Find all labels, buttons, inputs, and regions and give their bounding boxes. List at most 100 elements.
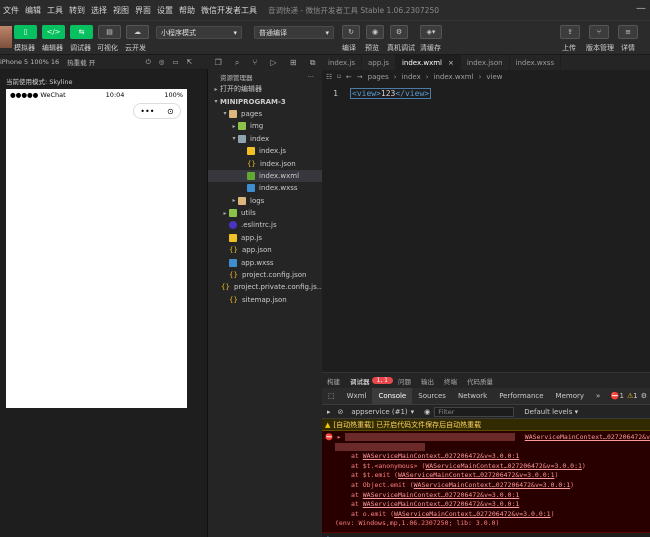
copy-icon[interactable]: ⧉	[310, 58, 316, 68]
more-tabs-button[interactable]: »	[590, 392, 606, 400]
compile-button[interactable]: ↻	[342, 25, 360, 39]
file-tree-item[interactable]: index.wxss	[208, 182, 322, 194]
editor-tab[interactable]: index.json	[461, 55, 510, 70]
eye-icon[interactable]: ◉	[424, 408, 430, 416]
tab-code-quality[interactable]: 代码质量	[462, 376, 498, 386]
tab-performance[interactable]: Performance	[493, 392, 549, 400]
file-tree-item[interactable]: {} index.json	[208, 157, 322, 169]
version-button[interactable]: ⑂	[589, 25, 609, 39]
menu-item[interactable]: 工具	[44, 5, 66, 16]
close-icon[interactable]: ×	[448, 59, 454, 67]
tab-debugger[interactable]: 调试器	[345, 376, 375, 386]
tab-build[interactable]: 构建	[322, 376, 345, 386]
close-circle-icon[interactable]: ⊙	[167, 107, 174, 116]
menu-item[interactable]: 选择	[88, 5, 110, 16]
levels-select[interactable]: Default levels ▾	[524, 408, 578, 416]
file-tree-item[interactable]: {} sitemap.json	[208, 294, 322, 306]
sidebar-toggle-icon[interactable]: ▸	[327, 408, 331, 416]
code-editor[interactable]: 1 <view>123</view>	[322, 84, 650, 371]
menu-item[interactable]: 帮助	[176, 5, 198, 16]
project-section[interactable]: ▾ MINIPROGRAM-3	[208, 95, 322, 107]
menu-item[interactable]: 编辑	[22, 5, 44, 16]
device-select[interactable]: iPhone 5 100% 16	[0, 58, 59, 66]
file-tree-item[interactable]: ▸ utils	[208, 207, 322, 219]
tab-wxml[interactable]: Wxml	[341, 392, 373, 400]
menu-item[interactable]: 微信开发者工具	[198, 5, 260, 16]
file-tree-item[interactable]: {} project.config.json	[208, 269, 322, 281]
menu-item[interactable]: 设置	[154, 5, 176, 16]
visual-toggle-button[interactable]: ▤	[98, 25, 121, 39]
mode-select[interactable]: 小程序模式 ▾	[156, 26, 242, 39]
inspect-icon[interactable]: ⬚	[322, 392, 341, 400]
cloud-button[interactable]: ☁	[126, 25, 149, 39]
menu-item[interactable]: 转到	[66, 5, 88, 16]
expand-icon[interactable]: ▸	[337, 433, 341, 441]
gear-icon[interactable]: ⚙	[641, 392, 647, 400]
breadcrumb-index[interactable]: index	[402, 73, 421, 81]
tab-memory[interactable]: Memory	[550, 392, 590, 400]
tab-network[interactable]: Network	[452, 392, 493, 400]
search-icon[interactable]: ⌕	[235, 58, 239, 68]
stack-frame-link[interactable]: WAServiceMainContext…027206472&v=3.0.0:1	[398, 471, 555, 479]
debug-icon[interactable]: ▷	[271, 58, 277, 67]
stack-frame-link[interactable]: WAServiceMainContext…027206472&v=3.0.0:1	[414, 481, 571, 489]
stack-frame-link[interactable]: WAServiceMainContext…027206472&v=3.0.0:1	[363, 491, 520, 499]
stack-frame-link[interactable]: WAServiceMainContext…027206472&v=3.0.0:1	[394, 510, 551, 518]
back-icon[interactable]: ←	[346, 73, 352, 81]
files-icon[interactable]: ❐	[215, 58, 222, 67]
preview-button[interactable]: ◉	[366, 25, 384, 39]
file-tree-item[interactable]: ▾ index	[208, 133, 322, 145]
breadcrumb-file[interactable]: index.wxml	[434, 73, 474, 81]
real-device-debug-button[interactable]: ⚙	[390, 25, 408, 39]
file-tree-item[interactable]: ▸ img	[208, 120, 322, 132]
compile-select[interactable]: 普通编译 ▾	[254, 26, 334, 39]
file-tree-item[interactable]: app.wxss	[208, 256, 322, 268]
editor-tab[interactable]: index.js	[322, 55, 362, 70]
tab-output[interactable]: 输出	[416, 376, 439, 386]
stack-frame-link[interactable]: WAServiceMainContext…027206472&v=3.0.0:1	[363, 500, 520, 508]
file-tree-item[interactable]: ▸ logs	[208, 195, 322, 207]
error-count-icon[interactable]: ⛔	[611, 392, 620, 400]
file-tree-item[interactable]: .eslintrc.js	[208, 219, 322, 231]
editor-tab[interactable]: index.wxss	[510, 55, 562, 70]
console-prompt[interactable]: ›	[322, 533, 650, 537]
forward-icon[interactable]: →	[357, 73, 363, 81]
simulator-toggle-button[interactable]: ▯	[14, 25, 37, 39]
file-tree-item[interactable]: {} app.json	[208, 244, 322, 256]
menu-item[interactable]: 视图	[110, 5, 132, 16]
stack-frame-link[interactable]: WAServiceMainContext…027206472&v=3.0.0:1	[363, 452, 520, 460]
clear-cache-button[interactable]: ◈▾	[420, 25, 442, 39]
hotreload-toggle[interactable]: 热重载 开	[67, 57, 95, 67]
file-tree-item[interactable]: index.wxml	[208, 169, 322, 183]
split-icon[interactable]: ☷	[326, 73, 332, 81]
simulator-controls[interactable]: ⏻◎▭⇱	[146, 58, 200, 67]
editor-toggle-button[interactable]: </>	[42, 25, 65, 39]
menu-item[interactable]: 界面	[132, 5, 154, 16]
filter-input[interactable]: Filter	[434, 406, 515, 417]
extensions-icon[interactable]: ⊞	[290, 58, 297, 67]
tab-console[interactable]: Console	[372, 387, 413, 405]
code-content[interactable]: <view>123</view>	[350, 87, 432, 99]
more-icon[interactable]: ···	[308, 73, 314, 81]
debugger-toggle-button[interactable]: ⇆	[70, 25, 93, 39]
stack-frame-link[interactable]: WAServiceMainContext…027206472&v=3.0.0:1	[425, 462, 582, 470]
source-control-icon[interactable]: ⑂	[253, 58, 258, 67]
breadcrumb-pages[interactable]: pages	[368, 73, 389, 81]
file-tree-item[interactable]: index.js	[208, 145, 322, 157]
tab-terminal[interactable]: 终端	[439, 376, 462, 386]
details-button[interactable]: ≡	[618, 25, 638, 39]
breadcrumb-view[interactable]: view	[486, 73, 502, 81]
file-tree-item[interactable]: ▾ pages	[208, 108, 322, 120]
bookmark-icon[interactable]: ⌑	[337, 73, 341, 81]
tab-problems[interactable]: 问题	[393, 376, 416, 386]
minimize-icon[interactable]: —	[636, 3, 646, 14]
upload-button[interactable]: ⇪	[560, 25, 580, 39]
clear-console-icon[interactable]: ⊘	[338, 408, 344, 416]
open-editors-section[interactable]: ▸ 打开的编辑器	[208, 83, 322, 95]
error-source-link[interactable]: WAServiceMainContext…027206472&v=3.0	[525, 433, 650, 441]
more-icon[interactable]: •••	[140, 107, 154, 116]
editor-tab[interactable]: index.wxml ×	[395, 55, 461, 70]
file-tree-item[interactable]: {} project.private.config.js...	[208, 281, 323, 293]
editor-tab[interactable]: app.js	[362, 55, 396, 70]
phone-screen[interactable]: ●●●●● WeChat 10:04 100% ••• ⊙	[6, 89, 187, 408]
